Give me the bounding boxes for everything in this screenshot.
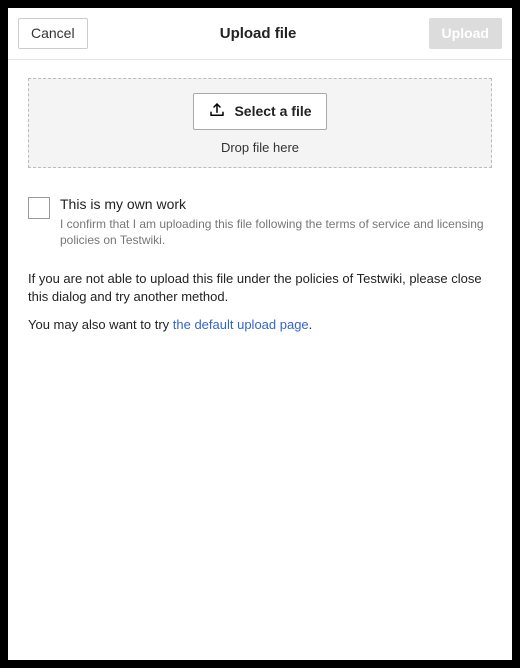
cancel-button[interactable]: Cancel	[18, 18, 88, 49]
own-work-title: This is my own work	[60, 196, 492, 212]
dialog-header: Cancel Upload file Upload	[8, 8, 512, 60]
select-file-button[interactable]: Select a file	[193, 93, 326, 130]
upload-dialog: Cancel Upload file Upload Select a file …	[8, 8, 512, 660]
policy-notice: If you are not able to upload this file …	[28, 270, 492, 306]
file-dropzone[interactable]: Select a file Drop file here	[28, 78, 492, 168]
own-work-section: This is my own work I confirm that I am …	[28, 196, 492, 248]
own-work-checkbox[interactable]	[28, 197, 50, 219]
alt-prefix: You may also want to try	[28, 317, 173, 332]
drop-hint: Drop file here	[39, 140, 481, 155]
default-upload-link[interactable]: the default upload page	[173, 317, 309, 332]
own-work-description: I confirm that I am uploading this file …	[60, 216, 492, 248]
upload-icon	[208, 101, 226, 122]
alt-suffix: .	[309, 317, 313, 332]
alternative-text: You may also want to try the default upl…	[28, 317, 492, 332]
dialog-title: Upload file	[88, 25, 429, 42]
own-work-text: This is my own work I confirm that I am …	[60, 196, 492, 248]
upload-button[interactable]: Upload	[429, 18, 502, 49]
dialog-content: Select a file Drop file here This is my …	[8, 60, 512, 350]
select-file-label: Select a file	[234, 103, 311, 119]
